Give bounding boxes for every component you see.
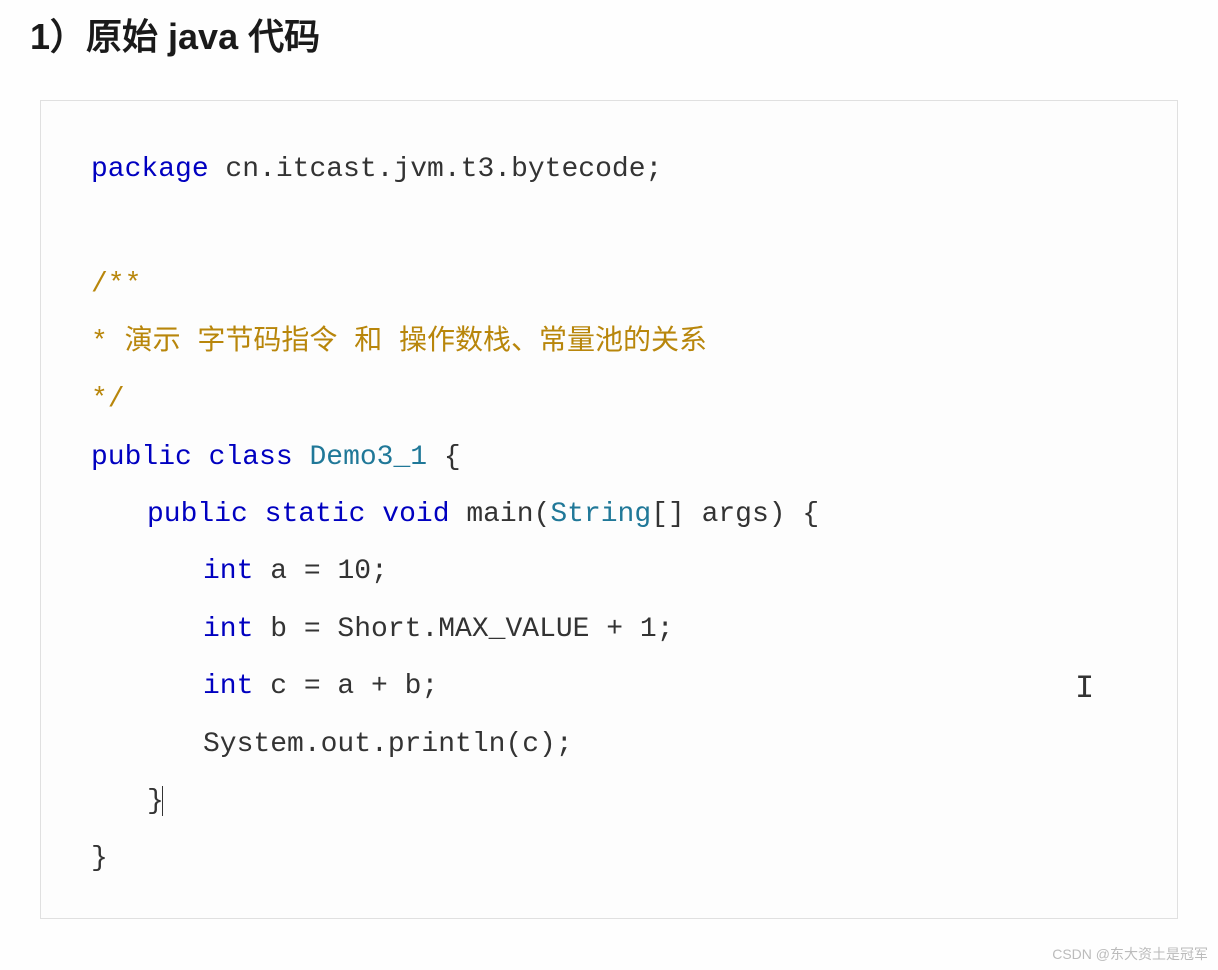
var-c: c = a + b; — [253, 671, 438, 702]
class-name: Demo3_1 — [309, 442, 427, 473]
semicolon: ; — [657, 614, 674, 645]
code-line: */ — [91, 371, 1127, 428]
comment-open: /** — [91, 269, 141, 300]
blank-line — [91, 198, 1127, 256]
comment-close: */ — [91, 384, 125, 415]
space — [248, 499, 265, 530]
keyword-package: package — [91, 154, 209, 185]
literal-1: 1 — [640, 614, 657, 645]
code-line: public static void main(String[] args) { — [91, 486, 1127, 543]
brace-close: } — [91, 843, 108, 874]
keyword-static: static — [265, 499, 366, 530]
var-a: a = — [253, 556, 337, 587]
method-name: main — [466, 499, 533, 530]
println-call: System.out.println(c); — [203, 729, 573, 760]
space — [450, 499, 467, 530]
text-cursor-icon: I — [1075, 656, 1077, 692]
text-caret — [162, 786, 163, 816]
code-line: * 演示 字节码指令 和 操作数栈、常量池的关系 — [91, 314, 1127, 371]
space — [192, 442, 209, 473]
keyword-int: int — [203, 556, 253, 587]
space — [293, 442, 310, 473]
package-name: cn.itcast.jvm.t3.bytecode; — [209, 154, 663, 185]
code-line: /** — [91, 256, 1127, 313]
comment-body: * 演示 字节码指令 和 操作数栈、常量池的关系 — [91, 327, 707, 358]
code-line: public class Demo3_1 { — [91, 429, 1127, 486]
code-line: int a = 10; — [91, 543, 1127, 600]
keyword-int: int — [203, 671, 253, 702]
keyword-class: class — [209, 442, 293, 473]
type-string: String — [550, 499, 651, 530]
watermark: CSDN @东大资土是冠军 — [1052, 944, 1208, 964]
code-line: int b = Short.MAX_VALUE + 1; — [91, 601, 1127, 658]
literal-10: 10 — [337, 556, 371, 587]
code-line: } — [91, 830, 1127, 887]
params-rest: [] args) { — [651, 499, 819, 530]
brace: { — [427, 442, 461, 473]
section-heading: 1）原始 java 代码 — [0, 0, 1218, 100]
code-line: } — [91, 773, 1127, 830]
var-b: b = Short.MAX_VALUE + — [253, 614, 639, 645]
keyword-int: int — [203, 614, 253, 645]
keyword-public: public — [147, 499, 248, 530]
keyword-void: void — [382, 499, 449, 530]
keyword-public: public — [91, 442, 192, 473]
code-line: System.out.println(c); — [91, 716, 1127, 773]
space — [365, 499, 382, 530]
semicolon: ; — [371, 556, 388, 587]
paren: ( — [534, 499, 551, 530]
code-line: int c = a + b; — [91, 658, 1127, 715]
code-block: package cn.itcast.jvm.t3.bytecode; /** *… — [40, 100, 1178, 919]
code-line: package cn.itcast.jvm.t3.bytecode; — [91, 141, 1127, 198]
